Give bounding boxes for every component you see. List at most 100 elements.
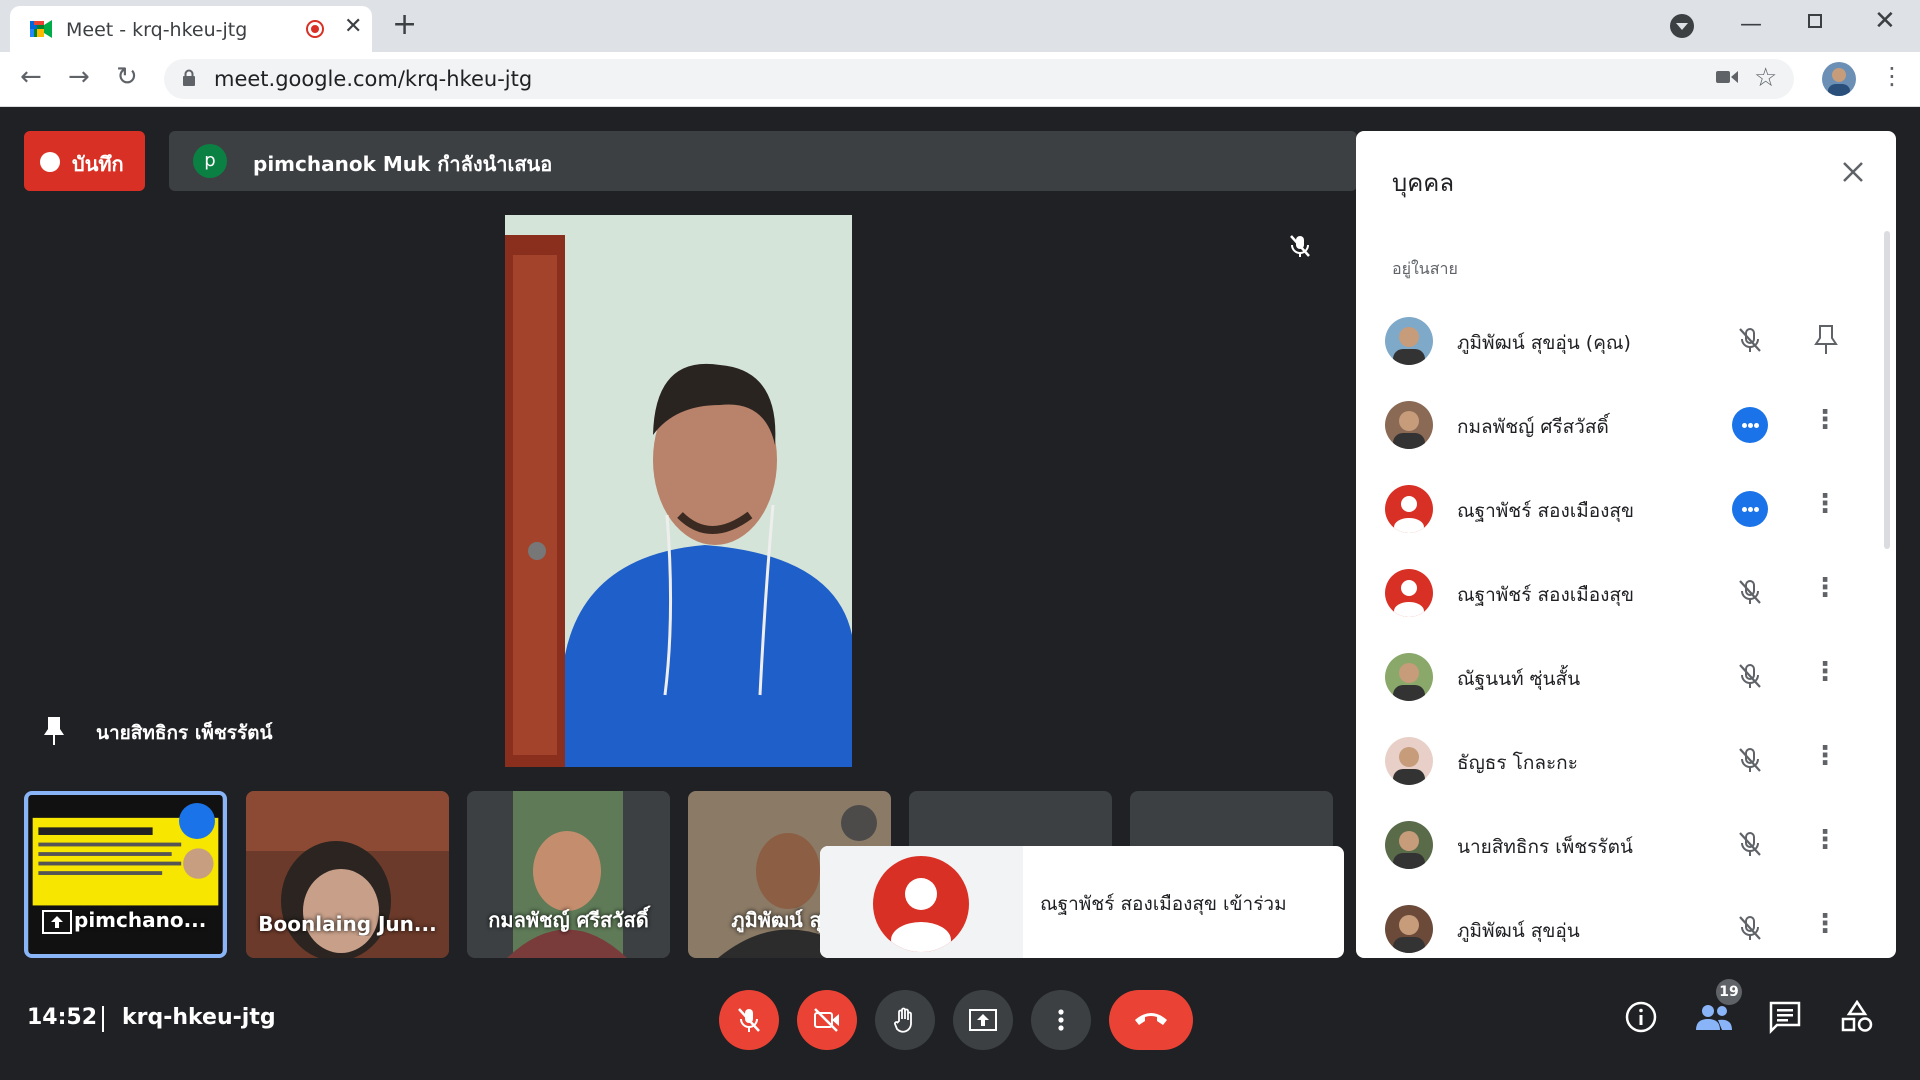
participant-count-badge: 19 (1716, 979, 1742, 1005)
mic-off-icon (1735, 577, 1765, 611)
participant-avatar (1385, 821, 1433, 869)
participant-avatar (1385, 737, 1433, 785)
present-screen-icon (969, 1009, 997, 1031)
call-end-icon (1135, 1013, 1167, 1025)
video-person-image (505, 215, 852, 767)
profile-avatar[interactable] (1822, 62, 1856, 96)
info-icon[interactable] (1624, 1000, 1658, 1034)
participant-row[interactable]: ณฐาพัชร์ สองเมืองสุข ⋮ (1356, 467, 1896, 551)
more-vert-icon (1058, 1009, 1064, 1031)
restore-button[interactable] (1808, 14, 1822, 28)
forward-button[interactable]: → (68, 62, 90, 92)
participant-avatar (1385, 317, 1433, 365)
more-vert-icon[interactable]: ⋮ (1812, 489, 1838, 519)
participant-avatar (1385, 569, 1433, 617)
browser-tab[interactable]: Meet - krq-hkeu-jtg ✕ (10, 6, 372, 52)
new-tab-button[interactable]: + (392, 7, 417, 42)
default-avatar-icon (873, 856, 969, 952)
participant-row[interactable]: ภูมิพัฒน์ สุขอุ่น ⋮ (1356, 887, 1896, 958)
more-vert-icon[interactable]: ⋮ (1812, 657, 1838, 687)
pinned-participant-name: นายสิทธิกร เพ็ชรรัตน์ (96, 722, 273, 744)
participant-avatar (1385, 905, 1433, 953)
mic-off-icon (1735, 661, 1765, 695)
close-icon[interactable] (1840, 159, 1866, 185)
participant-row[interactable]: ณฐาพัชร์ สองเมืองสุข ⋮ (1356, 551, 1896, 635)
activities-icon[interactable] (1840, 1000, 1874, 1034)
tab-search-icon[interactable] (1670, 14, 1694, 38)
people-icon[interactable] (1694, 1000, 1734, 1034)
back-button[interactable]: ← (20, 62, 42, 92)
speaking-indicator-icon (1732, 491, 1768, 527)
meeting-code[interactable]: krq-hkeu-jtg (122, 1005, 276, 1030)
participant-row[interactable]: ธัญธร โกละกะ ⋮ (1356, 719, 1896, 803)
more-vert-icon[interactable]: ⋮ (1812, 405, 1838, 435)
toast-avatar-area (820, 846, 1023, 958)
participant-name: ณัฐนนท์ ซุ่นสั้น (1457, 668, 1581, 690)
participant-row[interactable]: นายสิทธิกร เพ็ชรรัตน์ ⋮ (1356, 803, 1896, 887)
tab-close-icon[interactable]: ✕ (344, 14, 362, 39)
participant-tile[interactable]: pimchano... (24, 791, 227, 958)
join-notification: ณฐาพัชร์ สองเมืองสุข เข้าร่วม (820, 846, 1344, 958)
bookmark-star-icon[interactable]: ☆ (1754, 63, 1777, 93)
mic-toggle-button[interactable] (719, 990, 779, 1050)
participant-row[interactable]: ภูมิพัฒน์ สุขอุ่น (คุณ) (1356, 299, 1896, 383)
leave-call-button[interactable] (1109, 990, 1193, 1050)
meeting-time: 14:52 (27, 1005, 98, 1030)
window-close-button[interactable]: ✕ (1874, 6, 1896, 36)
pin-icon[interactable] (1811, 323, 1841, 361)
participant-row[interactable]: กมลพัชญ์ ศรีสวัสดิ์ ⋮ (1356, 383, 1896, 467)
more-vert-icon[interactable]: ⋮ (1812, 573, 1838, 603)
join-notification-text: ณฐาพัชร์ สองเมืองสุข เข้าร่วม (1040, 893, 1287, 915)
participant-name: ณฐาพัชร์ สองเมืองสุข (1457, 500, 1635, 522)
camera-toggle-button[interactable] (797, 990, 857, 1050)
presenter-banner: p pimchanok Muk กำลังนำเสนอ (169, 131, 1357, 191)
meet-favicon (30, 20, 52, 38)
recording-icon (306, 20, 324, 38)
participant-tile[interactable]: Boonlaing Jun... (246, 791, 449, 958)
speaking-indicator-icon (1732, 407, 1768, 443)
more-vert-icon[interactable]: ⋮ (1812, 825, 1838, 855)
chat-icon[interactable] (1768, 1000, 1802, 1034)
speaking-indicator-icon (179, 803, 215, 839)
mic-off-icon (1735, 745, 1765, 779)
record-label: บันทึก (72, 152, 124, 176)
more-vert-icon[interactable]: ⋮ (1812, 909, 1838, 939)
main-mic-off-icon (1290, 235, 1310, 257)
present-now-button[interactable] (953, 990, 1013, 1050)
participant-name: ธัญธร โกละกะ (1457, 752, 1578, 774)
raise-hand-button[interactable] (875, 990, 935, 1050)
tile-name: Boonlaing Jun... (258, 912, 437, 936)
recording-button[interactable]: บันทึก (24, 131, 145, 191)
participant-row[interactable]: ณัฐนนท์ ซุ่นสั้น ⋮ (1356, 635, 1896, 719)
tile-name: pimchano... (74, 908, 207, 932)
participant-tile[interactable]: กมลพัชญ์ ศรีสวัสดิ์ (467, 791, 670, 958)
address-bar[interactable]: meet.google.com/krq-hkeu-jtg ☆ (164, 59, 1794, 99)
url-text[interactable]: meet.google.com/krq-hkeu-jtg (214, 67, 532, 91)
browser-menu-icon[interactable]: ⋮ (1880, 62, 1904, 90)
participant-name: ณฐาพัชร์ สองเมืองสุข (1457, 584, 1635, 606)
camera-off-icon (814, 1008, 839, 1032)
participant-avatar (1385, 653, 1433, 701)
divider (102, 1006, 104, 1032)
tab-title: Meet - krq-hkeu-jtg (66, 19, 248, 41)
people-panel: บุคคล อยู่ในสาย ภูมิพัฒน์ สุขอุ่น (คุณ) ก… (1356, 131, 1896, 958)
participant-name: ภูมิพัฒน์ สุขอุ่น (คุณ) (1457, 332, 1631, 354)
record-dot-icon (40, 152, 60, 172)
mic-off-icon (738, 1008, 760, 1032)
participant-avatar (1385, 401, 1433, 449)
browser-tab-strip: Meet - krq-hkeu-jtg ✕ + — ✕ (0, 0, 1920, 52)
camera-icon[interactable] (1716, 69, 1738, 85)
participant-name: ภูมิพัฒน์ สุขอุ่น (1457, 920, 1580, 942)
participant-name: กมลพัชญ์ ศรีสวัสดิ์ (1457, 416, 1609, 438)
mic-off-icon (1735, 913, 1765, 947)
raise-hand-icon (894, 1007, 912, 1033)
minimize-button[interactable]: — (1740, 12, 1762, 37)
section-label: อยู่ในสาย (1392, 259, 1458, 278)
more-options-button[interactable] (1031, 990, 1091, 1050)
lock-icon (183, 69, 195, 86)
mic-off-icon (1735, 829, 1765, 863)
present-screen-icon (42, 910, 72, 934)
more-vert-icon[interactable]: ⋮ (1812, 741, 1838, 771)
reload-button[interactable]: ↻ (116, 62, 138, 92)
participant-name: นายสิทธิกร เพ็ชรรัตน์ (1457, 836, 1633, 858)
